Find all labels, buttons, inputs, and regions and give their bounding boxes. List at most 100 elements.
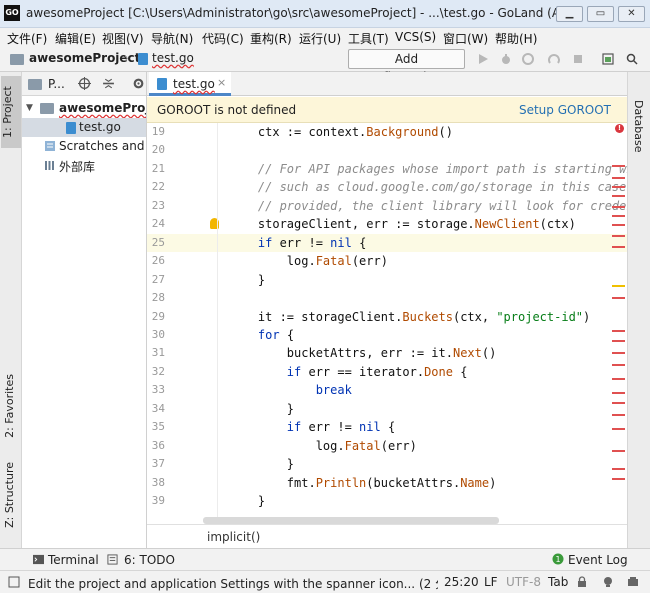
tree-item-project[interactable]: ▼ awesomeProjec	[22, 99, 146, 118]
error-stripe-mark[interactable]	[612, 402, 625, 404]
menu-window[interactable]: 窗口(W)	[443, 30, 488, 47]
code-line[interactable]: 24 storageClient, err := storage.NewClie…	[147, 215, 627, 233]
file-encoding[interactable]: UTF-8	[506, 575, 541, 589]
menu-run[interactable]: 运行(U)	[299, 30, 341, 47]
tree-item-file[interactable]: test.go	[22, 118, 146, 137]
error-stripe-mark[interactable]	[612, 450, 625, 452]
code-line[interactable]: 22 // such as cloud.google.com/go/storag…	[147, 178, 627, 196]
error-stripe-mark[interactable]	[612, 478, 625, 480]
line-separator[interactable]: LF	[484, 575, 498, 589]
stop-icon[interactable]	[572, 53, 584, 65]
code-line[interactable]: 27 }	[147, 271, 627, 289]
project-panel-title[interactable]: P...	[48, 77, 65, 91]
error-stripe-mark[interactable]	[612, 378, 625, 380]
error-stripe-mark[interactable]	[612, 468, 625, 470]
code-area[interactable]: 19 ctx := context.Background() 20 21 // Fo…	[147, 123, 627, 518]
project-structure-icon[interactable]	[602, 53, 614, 65]
code-line[interactable]: 35 if err != nil {	[147, 418, 627, 436]
tab-project[interactable]: 1: Project	[1, 76, 21, 148]
error-stripe-mark[interactable]	[612, 224, 625, 226]
caret-position[interactable]: 25:20	[444, 575, 479, 589]
close-tab-icon[interactable]: ×	[217, 76, 226, 89]
memory-indicator-icon[interactable]	[627, 576, 639, 588]
terminal-button[interactable]: Terminal	[48, 553, 99, 567]
menu-vcs[interactable]: VCS(S)	[395, 30, 436, 44]
code-line[interactable]: 25 if err != nil {	[147, 233, 627, 253]
indent-setting[interactable]: Tab	[548, 575, 568, 589]
menu-code[interactable]: 代码(C)	[202, 30, 244, 47]
folder-icon	[40, 103, 54, 114]
tab-structure[interactable]: Z: Structure	[3, 462, 16, 528]
error-stripe-mark[interactable]	[612, 340, 625, 342]
code-line[interactable]: 20	[147, 141, 627, 159]
horizontal-scrollbar[interactable]	[203, 517, 499, 524]
error-stripe-mark[interactable]	[612, 364, 625, 366]
run-icon[interactable]	[477, 53, 489, 65]
tool-window-toggle-icon[interactable]	[8, 576, 20, 588]
hector-inspector-icon[interactable]	[602, 576, 614, 588]
menu-navigate[interactable]: 导航(N)	[151, 30, 193, 47]
lock-icon[interactable]	[576, 576, 588, 588]
expand-arrow-icon[interactable]: ▼	[26, 103, 33, 113]
event-log-button[interactable]: Event Log	[568, 553, 628, 567]
menu-view[interactable]: 视图(V)	[102, 30, 144, 47]
code-line[interactable]: 33 break	[147, 381, 627, 399]
line-number: 31	[151, 346, 165, 360]
todo-button[interactable]: 6: TODO	[124, 553, 175, 567]
code-line[interactable]: 34 }	[147, 400, 627, 418]
profile-icon[interactable]	[548, 53, 560, 65]
setup-goroot-link[interactable]: Setup GOROOT	[519, 103, 611, 117]
tree-item-scratches[interactable]: Scratches and C	[22, 137, 146, 156]
settings-gear-icon[interactable]	[132, 77, 145, 90]
breadcrumb-file[interactable]: test.go	[152, 51, 194, 65]
menu-file[interactable]: 文件(F)	[7, 30, 47, 47]
error-stripe-mark[interactable]	[612, 352, 625, 354]
error-stripe-mark[interactable]	[612, 414, 625, 416]
close-button[interactable]: ✕	[618, 6, 645, 22]
error-stripe-mark[interactable]	[612, 235, 625, 237]
maximize-button[interactable]: ▭	[587, 6, 614, 22]
warning-stripe-mark[interactable]	[612, 285, 625, 287]
error-stripe-mark[interactable]	[612, 165, 625, 167]
error-stripe-mark[interactable]	[612, 206, 625, 208]
code-line[interactable]: 37 }	[147, 455, 627, 473]
code-line[interactable]: 36 log.Fatal(err)	[147, 437, 627, 455]
add-configuration-button[interactable]: Add Configuration...	[348, 49, 465, 84]
code-line[interactable]: 39 }	[147, 492, 627, 510]
collapse-all-icon[interactable]	[102, 77, 115, 90]
code-line[interactable]: 28	[147, 289, 627, 307]
tab-database[interactable]: Database	[632, 100, 645, 153]
code-line[interactable]: 23 // provided, the client library will …	[147, 197, 627, 215]
error-stripe-mark[interactable]	[612, 392, 625, 394]
code-line[interactable]: 30 for {	[147, 326, 627, 344]
code-line[interactable]: 29 it := storageClient.Buckets(ctx, "pro…	[147, 308, 627, 326]
error-stripe-mark[interactable]	[612, 297, 625, 299]
debug-icon[interactable]	[500, 53, 512, 65]
error-stripe-mark[interactable]	[612, 186, 625, 188]
menu-help[interactable]: 帮助(H)	[495, 30, 537, 47]
locate-icon[interactable]	[78, 77, 91, 90]
code-line[interactable]: 26 log.Fatal(err)	[147, 252, 627, 270]
menu-edit[interactable]: 编辑(E)	[55, 30, 96, 47]
error-stripe-mark[interactable]	[612, 195, 625, 197]
error-stripe-mark[interactable]	[612, 428, 625, 430]
tree-item-external-libraries[interactable]: 外部库	[22, 156, 146, 175]
search-icon[interactable]	[626, 53, 638, 65]
code-line[interactable]: 19 ctx := context.Background()	[147, 123, 627, 141]
error-stripe-mark[interactable]	[612, 246, 625, 248]
code-line[interactable]: 21 // For API packages whose import path…	[147, 160, 627, 178]
error-stripe-mark[interactable]	[612, 215, 625, 217]
editor-tab-test-go[interactable]: test.go ×	[149, 72, 231, 96]
error-stripe-mark[interactable]	[612, 177, 625, 179]
code-line[interactable]: 32 if err == iterator.Done {	[147, 363, 627, 381]
error-stripe-mark[interactable]	[612, 330, 625, 332]
coverage-icon[interactable]	[522, 53, 534, 65]
error-indicator-icon[interactable]: !	[615, 124, 624, 133]
code-line[interactable]: 38 fmt.Println(bucketAttrs.Name)	[147, 474, 627, 492]
menu-refactor[interactable]: 重构(R)	[250, 30, 292, 47]
minimize-button[interactable]: ▁	[556, 6, 583, 22]
code-line[interactable]: 31 bucketAttrs, err := it.Next()	[147, 344, 627, 362]
menu-tools[interactable]: 工具(T)	[348, 30, 389, 47]
editor-breadcrumb[interactable]: implicit()	[207, 530, 260, 544]
tab-favorites[interactable]: 2: Favorites	[3, 374, 16, 438]
